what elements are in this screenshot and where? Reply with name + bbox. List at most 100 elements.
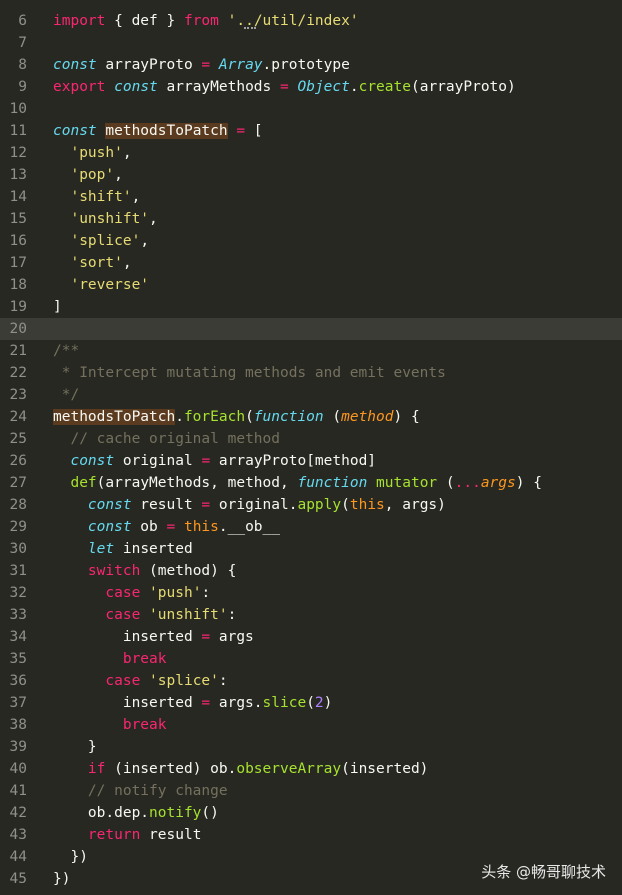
code-token: . <box>349 79 359 95</box>
code-line[interactable]: 14 'shift', <box>0 186 622 208</box>
code-line[interactable]: 6 import { def } from '../util/index' <box>0 10 622 32</box>
code-line[interactable]: 15 'unshift', <box>0 208 622 230</box>
code-line[interactable]: 22 * Intercept mutating methods and emit… <box>0 362 622 384</box>
code-line[interactable]: 42 ob.dep.notify() <box>0 802 622 824</box>
code-token: // notify change <box>87 783 228 799</box>
code-token: 'shift' <box>70 189 132 205</box>
code-token: ) <box>323 695 333 711</box>
code-token: forEach <box>183 409 246 425</box>
code-line[interactable]: 13 'pop', <box>0 164 622 186</box>
code-line[interactable]: 24 methodsToPatch.forEach(function (metho… <box>0 406 622 428</box>
code-line[interactable]: 43 return result <box>0 824 622 846</box>
code-line[interactable]: 35 break <box>0 648 622 670</box>
line-number: 29 <box>9 519 27 535</box>
code-line[interactable]: 17 'sort', <box>0 252 622 274</box>
code-line[interactable]: 18 'reverse' <box>0 274 622 296</box>
highlighted-identifier: methodsToPatch <box>53 409 176 425</box>
code-line[interactable]: 41 // notify change <box>0 780 622 802</box>
code-line[interactable]: 32 case 'push': <box>0 582 622 604</box>
code-line[interactable]: 10 <box>0 98 622 120</box>
code-token: 'unshift' <box>70 211 150 227</box>
line-number: 26 <box>9 453 27 469</box>
code-token: const <box>114 79 158 95</box>
code-line[interactable]: 26 const original = arrayProto[method] <box>0 450 622 472</box>
code-token: = <box>201 453 211 469</box>
code-line[interactable]: 38 break <box>0 714 622 736</box>
code-text: const original = arrayProto[method] <box>53 450 376 472</box>
code-line[interactable]: 39 } <box>0 736 622 758</box>
code-token: } <box>53 739 97 755</box>
code-text: }) <box>53 846 87 868</box>
code-text: def(arrayMethods, method, function mutat… <box>53 472 541 494</box>
code-editor[interactable]: 6 import { def } from '../util/index' 7 8 co… <box>0 0 622 895</box>
code-token: = <box>280 79 289 95</box>
code-line[interactable]: 34 inserted = args <box>0 626 622 648</box>
code-token: 'push' <box>70 145 123 161</box>
code-line[interactable]: 16 'splice', <box>0 230 622 252</box>
code-text: inserted = args <box>53 626 254 648</box>
code-text: }) <box>53 868 70 890</box>
code-line[interactable]: 11 const methodsToPatch = [ <box>0 120 622 142</box>
code-line[interactable]: 30 let inserted <box>0 538 622 560</box>
code-line[interactable]: 37 inserted = args.slice(2) <box>0 692 622 714</box>
code-text: let inserted <box>53 538 193 560</box>
code-token: const <box>87 519 132 535</box>
code-line[interactable]: 20 <box>0 318 622 340</box>
code-token: ob.dep. <box>53 805 150 821</box>
code-line[interactable]: 12 'push', <box>0 142 622 164</box>
code-token: , args) <box>384 497 446 513</box>
line-number: 32 <box>9 585 27 601</box>
code-line[interactable]: 29 const ob = this.__ob__ <box>0 516 622 538</box>
line-number: 24 <box>9 409 27 425</box>
code-line[interactable]: 31 switch (method) { <box>0 560 622 582</box>
code-line[interactable]: 40 if (inserted) ob.observeArray(inserte… <box>0 758 622 780</box>
code-line[interactable]: 23 */ <box>0 384 622 406</box>
code-line[interactable]: 19] <box>0 296 622 318</box>
line-number: 20 <box>9 321 27 337</box>
code-text: 'push', <box>53 142 131 164</box>
line-number: 33 <box>9 607 27 623</box>
code-text: const result = original.apply(this, args… <box>53 494 446 516</box>
code-token: notify <box>149 805 202 821</box>
code-token: , <box>114 167 123 183</box>
code-line[interactable]: 36 case 'splice': <box>0 670 622 692</box>
line-number: 23 <box>9 387 27 403</box>
code-token: original <box>114 453 202 469</box>
code-token: /** <box>53 343 80 359</box>
code-line[interactable]: 33 case 'unshift': <box>0 604 622 626</box>
line-number: 6 <box>18 13 27 29</box>
code-text: case 'splice': <box>53 670 227 692</box>
code-token: [ <box>245 123 263 139</box>
line-number: 7 <box>18 35 27 51</box>
code-token: this <box>183 519 219 535</box>
code-line[interactable]: 28 const result = original.apply(this, a… <box>0 494 622 516</box>
code-line[interactable]: 27 def(arrayMethods, method, function mu… <box>0 472 622 494</box>
line-number: 39 <box>9 739 27 755</box>
code-line[interactable]: 25 // cache original method <box>0 428 622 450</box>
code-token: apply <box>297 497 342 513</box>
code-line[interactable]: 8 const arrayProto = Array.prototype <box>0 54 622 76</box>
code-line[interactable]: 9 export const arrayMethods = Object.crea… <box>0 76 622 98</box>
code-line[interactable]: 21 /** <box>0 340 622 362</box>
code-line[interactable]: 7 <box>0 32 622 54</box>
code-token: let <box>87 541 115 557</box>
code-token: 'sort' <box>70 255 123 271</box>
code-token: const <box>53 57 97 73</box>
line-number: 10 <box>9 101 27 117</box>
code-text: 'splice', <box>53 230 149 252</box>
ellipsis-hint-icon <box>244 21 256 29</box>
code-token: if <box>87 761 106 777</box>
